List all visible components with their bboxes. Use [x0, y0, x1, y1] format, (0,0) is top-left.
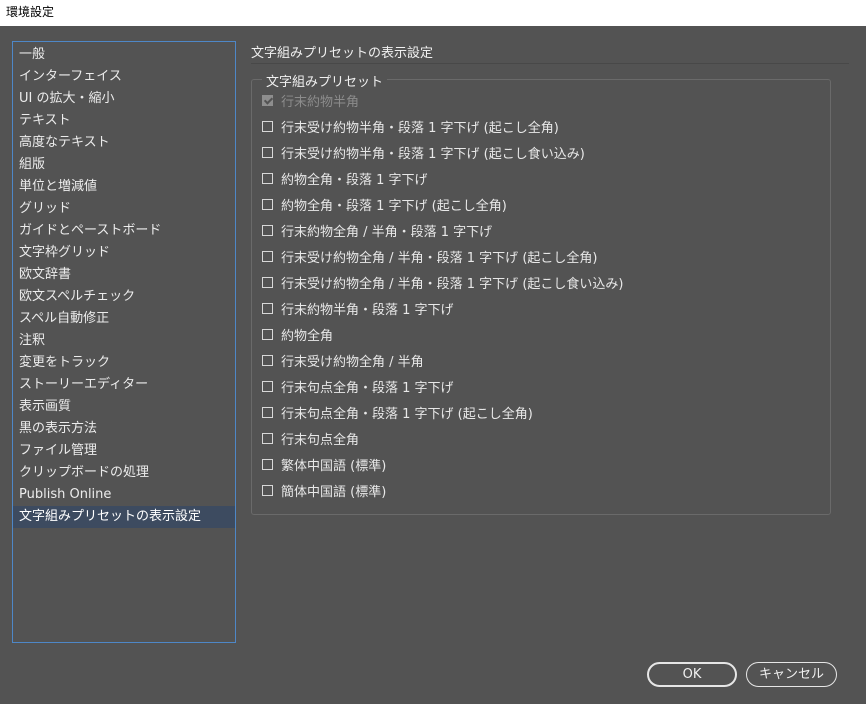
checkbox[interactable] — [262, 198, 273, 210]
checkbox[interactable] — [262, 120, 273, 132]
checkbox[interactable] — [262, 354, 273, 366]
checkbox[interactable] — [262, 172, 273, 184]
sidebar-item-general[interactable]: 一般 — [13, 44, 235, 66]
option-label: 行末約物半角 — [281, 94, 360, 110]
sidebar-item-grids[interactable]: グリッド — [13, 198, 235, 220]
sidebar-item-frame-grid[interactable]: 文字枠グリッド — [13, 242, 235, 264]
option-label: 行末句点全角 — [281, 432, 360, 448]
option-label: 約物全角・段落 1 字下げ (起こし全角) — [281, 198, 507, 214]
group-label: 文字組みプリセット — [262, 71, 388, 90]
option-13[interactable]: 行末句点全角 — [262, 428, 359, 448]
mojikumi-preset-group: 文字組みプリセット 行末約物半角 行末受け約物半角・段落 1 字下げ (起こし全… — [251, 71, 831, 515]
sidebar-item-notes[interactable]: 注釈 — [13, 330, 235, 352]
option-8[interactable]: 行末約物半角・段落 1 字下げ — [262, 298, 454, 318]
sidebar-item-units-increments[interactable]: 単位と増減値 — [13, 176, 235, 198]
checkbox[interactable] — [262, 328, 273, 340]
page-title: 文字組みプリセットの表示設定 — [251, 46, 434, 61]
option-3[interactable]: 約物全角・段落 1 字下げ — [262, 168, 428, 188]
checkbox[interactable] — [262, 224, 273, 236]
sidebar-item-spelling[interactable]: 欧文スペルチェック — [13, 286, 235, 308]
option-label: 行末受け約物半角・段落 1 字下げ (起こし全角) — [281, 120, 559, 136]
window-title: 環境設定 — [0, 0, 866, 26]
option-5[interactable]: 行末約物全角 / 半角・段落 1 字下げ — [262, 220, 492, 240]
sidebar-item-publish-online[interactable]: Publish Online — [13, 484, 235, 506]
checkbox[interactable] — [262, 146, 273, 158]
option-label: 行末約物半角・段落 1 字下げ — [281, 302, 454, 318]
sidebar-item-mojikumi-display[interactable]: 文字組みプリセットの表示設定 — [13, 506, 235, 528]
option-11[interactable]: 行末句点全角・段落 1 字下げ — [262, 376, 454, 396]
option-6[interactable]: 行末受け約物全角 / 半角・段落 1 字下げ (起こし全角) — [262, 246, 597, 266]
option-12[interactable]: 行末句点全角・段落 1 字下げ (起こし全角) — [262, 402, 533, 422]
option-label: 簡体中国語 (標準) — [281, 484, 387, 500]
sidebar-item-interface[interactable]: インターフェイス — [13, 66, 235, 88]
ok-button[interactable]: OK — [647, 662, 737, 687]
checkbox[interactable] — [262, 380, 273, 392]
sidebar-item-file-handling[interactable]: ファイル管理 — [13, 440, 235, 462]
sidebar-item-composition[interactable]: 組版 — [13, 154, 235, 176]
checkbox[interactable] — [262, 432, 273, 444]
sidebar-item-type[interactable]: テキスト — [13, 110, 235, 132]
option-label: 約物全角・段落 1 字下げ — [281, 172, 428, 188]
title-divider — [251, 63, 849, 64]
checkbox[interactable] — [262, 406, 273, 418]
option-label: 行末句点全角・段落 1 字下げ (起こし全角) — [281, 406, 533, 422]
cancel-button[interactable]: キャンセル — [746, 662, 837, 687]
option-label: 約物全角 — [281, 328, 334, 344]
option-label: 行末句点全角・段落 1 字下げ — [281, 380, 454, 396]
option-4[interactable]: 約物全角・段落 1 字下げ (起こし全角) — [262, 194, 507, 214]
option-label: 行末約物全角 / 半角・段落 1 字下げ — [281, 224, 493, 240]
sidebar-item-appearance-of-black[interactable]: 黒の表示方法 — [13, 418, 235, 440]
option-2[interactable]: 行末受け約物半角・段落 1 字下げ (起こし食い込み) — [262, 142, 585, 162]
option-label: 行末受け約物全角 / 半角・段落 1 字下げ (起こし食い込み) — [281, 276, 624, 292]
option-label: 行末受け約物半角・段落 1 字下げ (起こし食い込み) — [281, 146, 585, 162]
checkbox-checked-disabled — [262, 94, 273, 106]
option-15[interactable]: 簡体中国語 (標準) — [262, 480, 386, 500]
sidebar-item-story-editor[interactable]: ストーリーエディター — [13, 374, 235, 396]
sidebar-item-display-performance[interactable]: 表示画質 — [13, 396, 235, 418]
preferences-category-list[interactable]: 一般 インターフェイス UI の拡大・縮小 テキスト 高度なテキスト 組版 単位… — [12, 41, 236, 643]
option-9[interactable]: 約物全角 — [262, 324, 333, 344]
sidebar-item-autocorrect[interactable]: スペル自動修正 — [13, 308, 235, 330]
checkbox[interactable] — [262, 302, 273, 314]
sidebar-item-track-changes[interactable]: 変更をトラック — [13, 352, 235, 374]
checkbox[interactable] — [262, 484, 273, 496]
option-10[interactable]: 行末受け約物全角 / 半角 — [262, 350, 424, 370]
option-label: 行末受け約物全角 / 半角・段落 1 字下げ (起こし全角) — [281, 250, 598, 266]
checkbox[interactable] — [262, 250, 273, 262]
checkbox[interactable] — [262, 458, 273, 470]
sidebar-item-clipboard-handling[interactable]: クリップボードの処理 — [13, 462, 235, 484]
option-label: 繁体中国語 (標準) — [281, 458, 387, 474]
option-label: 行末受け約物全角 / 半角 — [281, 354, 424, 370]
sidebar-item-guides-pasteboard[interactable]: ガイドとペーストボード — [13, 220, 235, 242]
sidebar-item-ui-scaling[interactable]: UI の拡大・縮小 — [13, 88, 235, 110]
sidebar-item-dictionary[interactable]: 欧文辞書 — [13, 264, 235, 286]
option-14[interactable]: 繁体中国語 (標準) — [262, 454, 386, 474]
option-1[interactable]: 行末受け約物半角・段落 1 字下げ (起こし全角) — [262, 116, 559, 136]
option-7[interactable]: 行末受け約物全角 / 半角・段落 1 字下げ (起こし食い込み) — [262, 272, 623, 292]
checkbox[interactable] — [262, 276, 273, 288]
sidebar-item-advanced-type[interactable]: 高度なテキスト — [13, 132, 235, 154]
option-0: 行末約物半角 — [262, 90, 359, 110]
